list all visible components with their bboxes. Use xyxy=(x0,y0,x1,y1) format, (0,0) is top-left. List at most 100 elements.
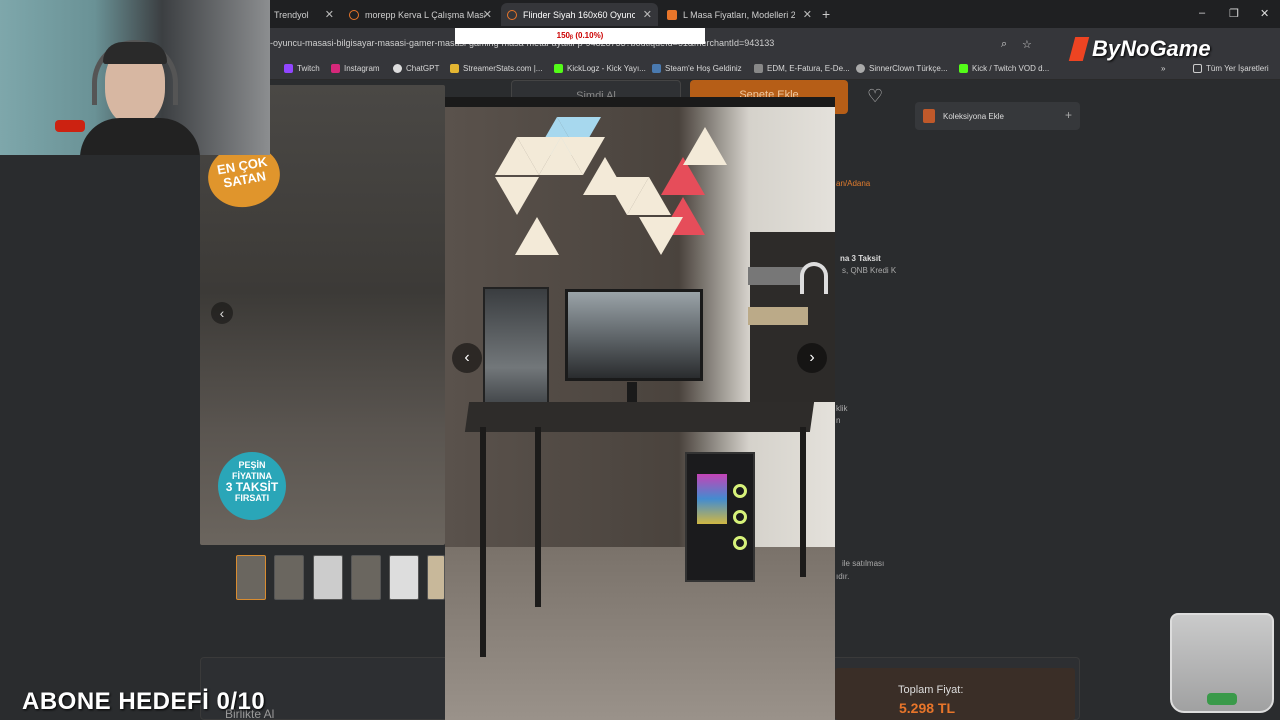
badge-line: PEŞİN xyxy=(238,460,266,470)
close-window-button[interactable]: ✕ xyxy=(1260,7,1269,20)
light-panel xyxy=(495,177,539,215)
collection-label: Koleksiyona Ekle xyxy=(943,111,1004,121)
wall-keyboard xyxy=(748,307,808,325)
sold-by-text: ıdır. xyxy=(836,572,850,581)
light-panel xyxy=(683,127,727,165)
tab-title: Flinder Siyah 160x60 Oyuncu Masası xyxy=(523,9,635,20)
thumbnail[interactable] xyxy=(236,555,266,600)
bookmark-label: SinnerClown Türkçe... xyxy=(869,64,948,73)
light-panel xyxy=(515,217,559,255)
tab-flinder[interactable]: Flinder Siyah 160x60 Oyuncu Masası ✕ xyxy=(501,3,658,26)
desk-top xyxy=(464,402,815,432)
tab-title: L Masa Fiyatları, Modelleri 227 xyxy=(683,9,795,20)
seller-location-link[interactable]: an/Adana xyxy=(836,179,870,188)
brand-name: ByNoGame xyxy=(1092,36,1211,61)
bookmark-kick-vod[interactable]: Kick / Twitch VOD d... xyxy=(959,64,1049,73)
side-link-text: n xyxy=(836,416,841,425)
desk-leg xyxy=(800,427,806,577)
close-tab-icon[interactable]: ✕ xyxy=(803,8,812,21)
bookmark-edm[interactable]: EDM, E-Fatura, E-De... xyxy=(754,64,850,73)
money-icon xyxy=(1207,693,1237,705)
brand-logo: ByNoGame xyxy=(1068,36,1211,62)
close-tab-icon[interactable]: ✕ xyxy=(643,8,652,21)
case-fan xyxy=(733,484,747,498)
plus-icon: + xyxy=(1064,108,1072,122)
desk-leg xyxy=(535,427,541,607)
streamer-hair xyxy=(103,42,167,64)
bookmark-twitch[interactable]: Twitch xyxy=(284,64,320,73)
more-bookmarks-button[interactable]: » xyxy=(1161,64,1165,73)
tab-morepp[interactable]: morepp Kerva L Çalışma Masası ✕ xyxy=(343,3,498,26)
bookmark-steam[interactable]: Steam'e Hoş Geldiniz xyxy=(652,64,742,73)
minimize-button[interactable]: – xyxy=(1199,7,1205,19)
bookmark-label: Twitch xyxy=(297,64,320,73)
favorite-heart-icon[interactable]: ♡ xyxy=(867,86,883,107)
lightbox-next-button[interactable]: › xyxy=(797,343,827,373)
headphones xyxy=(800,262,828,294)
bookmark-label: Tüm Yer İşaretleri xyxy=(1206,64,1269,73)
instagram-icon xyxy=(331,64,340,73)
site-favicon-icon xyxy=(667,9,677,20)
sold-by-text: ile satılması xyxy=(842,559,885,568)
bookmark-label: ChatGPT xyxy=(406,64,440,73)
badge-line: 3 TAKSİT xyxy=(225,480,279,494)
thumbnail[interactable] xyxy=(389,555,419,600)
microphone xyxy=(55,120,85,132)
new-tab-button[interactable]: + xyxy=(822,6,830,22)
bookmark-icon xyxy=(923,109,935,123)
badge-line: FIRSATI xyxy=(234,493,270,503)
folder-icon xyxy=(754,64,763,73)
close-tab-icon[interactable]: ✕ xyxy=(325,8,334,21)
side-link-text: klik xyxy=(836,404,848,413)
light-panels xyxy=(475,117,727,277)
steam-icon xyxy=(652,64,661,73)
case-fan xyxy=(733,510,747,524)
bookmark-sinnerclown[interactable]: SinnerClown Türkçe... xyxy=(856,64,948,73)
light-panel xyxy=(639,217,683,255)
close-tab-icon[interactable]: ✕ xyxy=(483,8,492,21)
tab-l-masa[interactable]: L Masa Fiyatları, Modelleri 227 ✕ xyxy=(661,3,818,26)
bookmark-instagram[interactable]: Instagram xyxy=(331,64,380,73)
bookmark-kicklogz[interactable]: KickLogz - Kick Yayı... xyxy=(554,64,646,73)
installment-title: na 3 Taksit xyxy=(840,254,881,263)
add-to-collection-button[interactable]: Koleksiyona Ekle + xyxy=(915,102,1080,130)
chatgpt-icon xyxy=(393,64,402,73)
search-icon[interactable]: ⌕ xyxy=(1001,38,1007,51)
thumbnail[interactable] xyxy=(313,555,343,600)
donation-overlay-label: 150ᵦ (0.10%) xyxy=(455,28,705,44)
desk-leg xyxy=(480,427,486,657)
total-price-value: 5.298 TL xyxy=(899,700,956,716)
image-lightbox[interactable]: ‹ › xyxy=(445,97,835,720)
tab-trendyol[interactable]: Trendyol ✕ xyxy=(268,3,340,26)
twitch-icon xyxy=(284,64,293,73)
tab-title: morepp Kerva L Çalışma Masası xyxy=(365,9,485,20)
monitor xyxy=(565,289,703,381)
kick-icon xyxy=(959,64,968,73)
bookmark-label: StreamerStats.com |... xyxy=(463,64,543,73)
bookmark-label: Instagram xyxy=(344,64,380,73)
all-bookmarks-folder[interactable]: Tüm Yer İşaretleri xyxy=(1193,64,1269,73)
bookmark-label: Steam'e Hoş Geldiniz xyxy=(665,64,742,73)
total-price-label: Toplam Fiyat: xyxy=(898,684,964,696)
maximize-button[interactable]: ❐ xyxy=(1229,7,1239,20)
site-favicon-icon xyxy=(507,9,517,20)
brand-mark-icon xyxy=(1068,37,1090,61)
streamer-body xyxy=(80,118,200,155)
wall-keyboard xyxy=(748,267,803,285)
bookmark-streamerstats[interactable]: StreamerStats.com |... xyxy=(450,64,542,73)
donation-jar xyxy=(1170,613,1274,713)
thumbnail[interactable] xyxy=(274,555,304,600)
bookmark-star-icon[interactable]: ☆ xyxy=(1022,38,1032,51)
lightbox-prev-button[interactable]: ‹ xyxy=(452,343,482,373)
installment-detail: s, QNB Kredi K xyxy=(842,266,897,275)
case-fan xyxy=(733,536,747,550)
gallery-prev-button[interactable]: ‹ xyxy=(211,302,233,324)
webcam-overlay xyxy=(0,0,270,155)
folder-icon xyxy=(1193,64,1202,73)
bookmark-label: EDM, E-Fatura, E-De... xyxy=(767,64,850,73)
thumbnail[interactable] xyxy=(351,555,381,600)
thumbnail[interactable] xyxy=(427,555,445,600)
stats-icon xyxy=(450,64,459,73)
bookmark-chatgpt[interactable]: ChatGPT xyxy=(393,64,439,73)
subscribe-goal: ABONE HEDEFİ 0/10 xyxy=(22,688,266,715)
